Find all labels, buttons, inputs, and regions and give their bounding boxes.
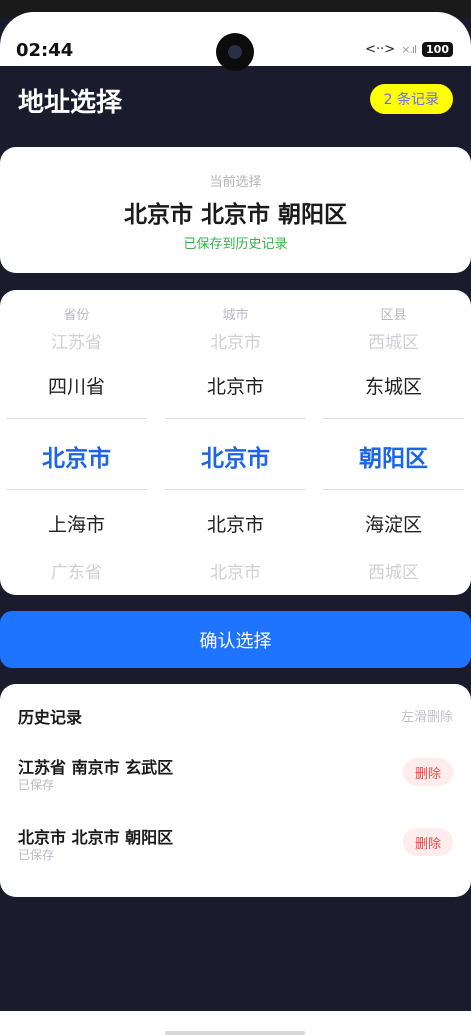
- app-header: 地址选择 2 条记录: [0, 66, 471, 136]
- selection-line-bottom: [6, 489, 147, 490]
- selection-line-bottom: [165, 489, 306, 490]
- city-column-header: 城市: [222, 308, 249, 323]
- selection-line-bottom: [323, 489, 464, 490]
- city-option[interactable]: 北京市: [165, 372, 306, 399]
- selection-line-top: [165, 418, 306, 419]
- province-option[interactable]: 江苏省: [6, 328, 147, 353]
- history-item-status: 已保存: [18, 848, 55, 862]
- province-option[interactable]: 广东省: [6, 558, 147, 583]
- battery-icon: 100: [422, 42, 453, 57]
- address-picker: 省份 江苏省 四川省 北京市 上海市 广东省 城市 北京市 北京市 北京市 北京…: [0, 290, 471, 595]
- history-title: 历史记录: [18, 708, 83, 727]
- district-column[interactable]: 区县 西城区 东城区 朝阳区 海淀区 西城区: [323, 290, 464, 595]
- city-option[interactable]: 北京市: [165, 328, 306, 353]
- province-option[interactable]: 四川省: [6, 372, 147, 399]
- city-option[interactable]: 北京市: [165, 510, 306, 537]
- history-item-address: 江苏省 南京市 玄武区: [18, 758, 174, 777]
- province-option-selected[interactable]: 北京市: [6, 439, 147, 473]
- status-icons: <··> ×.ıl 100: [365, 42, 453, 57]
- district-column-header: 区县: [380, 308, 407, 323]
- history-item-address: 北京市 北京市 朝阳区: [18, 828, 174, 847]
- province-column[interactable]: 省份 江苏省 四川省 北京市 上海市 广东省: [6, 290, 147, 595]
- district-option[interactable]: 东城区: [323, 372, 464, 399]
- record-count-badge[interactable]: 2 条记录: [369, 84, 453, 114]
- district-option[interactable]: 海淀区: [323, 510, 464, 537]
- history-item-status: 已保存: [18, 778, 55, 792]
- district-option[interactable]: 西城区: [323, 558, 464, 583]
- selection-line-top: [323, 418, 464, 419]
- district-option[interactable]: 西城区: [323, 328, 464, 353]
- delete-button[interactable]: 删除: [402, 758, 453, 786]
- city-option-selected[interactable]: 北京市: [165, 439, 306, 473]
- current-selection-label: 当前选择: [209, 175, 262, 190]
- signal-icon: ×.ıl: [401, 43, 417, 56]
- province-option[interactable]: 上海市: [6, 510, 147, 537]
- province-column-header: 省份: [63, 308, 90, 323]
- delete-button[interactable]: 删除: [402, 828, 453, 856]
- history-item[interactable]: 江苏省 南京市 玄武区 已保存 删除: [0, 754, 471, 810]
- home-indicator[interactable]: [165, 1031, 305, 1035]
- selection-line-top: [6, 418, 147, 419]
- city-option[interactable]: 北京市: [165, 558, 306, 583]
- history-card: 历史记录 左滑删除 江苏省 南京市 玄武区 已保存 删除 北京市 北京市 朝阳区…: [0, 684, 471, 897]
- saved-note: 已保存到历史记录: [183, 237, 288, 252]
- page-title: 地址选择: [18, 88, 123, 118]
- swipe-delete-hint: 左滑删除: [400, 710, 453, 725]
- status-time: 02:44: [16, 40, 74, 61]
- current-selection-card: 当前选择 北京市 北京市 朝阳区 已保存到历史记录: [0, 147, 471, 273]
- history-item[interactable]: 北京市 北京市 朝阳区 已保存 删除: [0, 824, 471, 880]
- district-option-selected[interactable]: 朝阳区: [323, 439, 464, 473]
- confirm-button[interactable]: 确认选择: [0, 611, 471, 668]
- city-column[interactable]: 城市 北京市 北京市 北京市 北京市 北京市: [165, 290, 306, 595]
- current-selection-value: 北京市 北京市 朝阳区: [123, 202, 347, 228]
- network-icon: <··>: [365, 42, 396, 57]
